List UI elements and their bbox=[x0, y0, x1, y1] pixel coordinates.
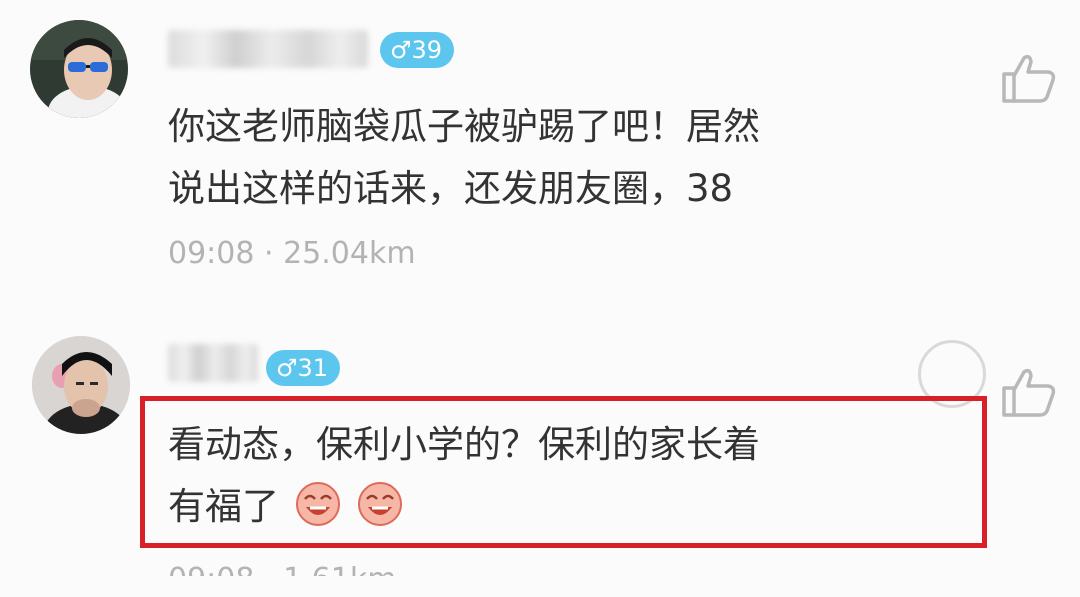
gender-age-badge: ♂31 bbox=[266, 350, 341, 386]
comment-meta: 09:08 · 25.04km bbox=[168, 236, 416, 271]
comment-text: 你这老师脑袋瓜子被驴踢了吧！居然 说出这样的话来，还发朋友圈，38 bbox=[168, 96, 958, 220]
username-blurred[interactable] bbox=[168, 344, 258, 382]
comment-item-1: ♂39 你这老师脑袋瓜子被驴踢了吧！居然 说出这样的话来，还发朋友圈，38 09… bbox=[0, 0, 1080, 300]
comment-text-line: 你这老师脑袋瓜子被驴踢了吧！居然 bbox=[168, 105, 760, 148]
highlight-box bbox=[140, 396, 987, 548]
gender-age-badge: ♂39 bbox=[380, 32, 455, 68]
comment-text-line: 说出这样的话来，还发朋友圈，38 bbox=[168, 167, 734, 210]
like-thumbs-up-icon[interactable] bbox=[1000, 366, 1058, 418]
username-blurred[interactable] bbox=[168, 30, 368, 68]
avatar[interactable] bbox=[32, 336, 130, 434]
like-thumbs-up-icon[interactable] bbox=[1000, 52, 1058, 104]
comment-meta: 09:08 · 1.61km bbox=[168, 562, 397, 597]
avatar[interactable] bbox=[30, 20, 128, 118]
